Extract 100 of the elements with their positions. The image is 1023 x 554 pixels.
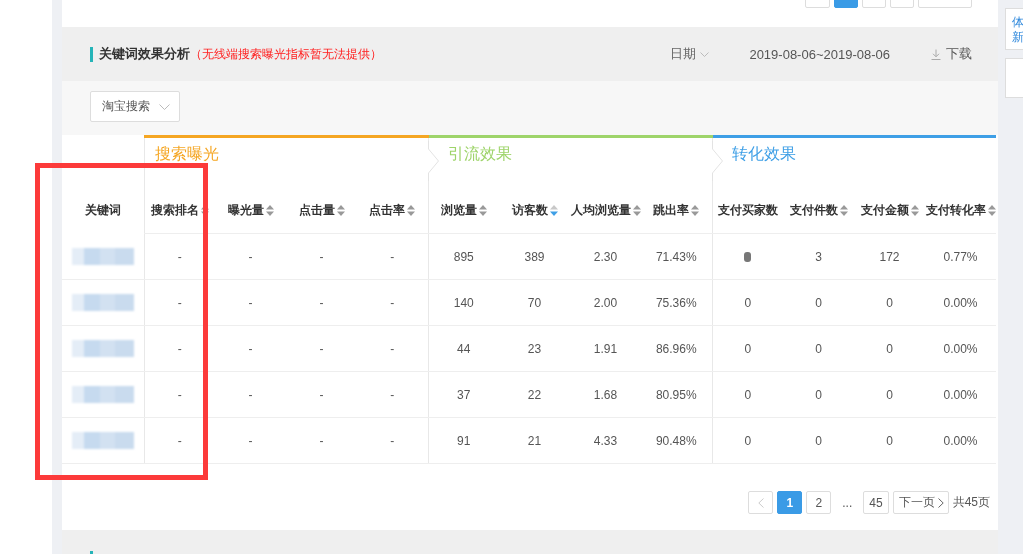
side-tab[interactable]: 体 新: [1005, 8, 1023, 50]
sort-icon[interactable]: [200, 205, 209, 216]
source-dropdown[interactable]: 淘宝搜索: [90, 91, 180, 122]
table-cell: 22: [499, 371, 570, 418]
table-cell: -: [357, 371, 428, 418]
table-cell: 0: [783, 325, 854, 372]
section-note: （无线端搜索曝光指标暂无法提供）: [190, 45, 382, 63]
table-cell: 0: [712, 279, 783, 326]
group-header: 转化效果: [712, 136, 996, 188]
page-total: 共45页: [952, 494, 990, 511]
table-cell: -: [286, 371, 357, 418]
date-dropdown[interactable]: 日期: [670, 45, 710, 63]
page-button[interactable]: 45: [863, 491, 889, 514]
section-title: 关键词效果分析: [99, 45, 190, 63]
table-cell: 0: [854, 371, 925, 418]
table-cell: -: [144, 233, 215, 280]
table-cell: -: [357, 417, 428, 464]
table-cell: 90.48%: [641, 417, 712, 464]
column-header: 关键词: [84, 201, 121, 219]
sort-icon[interactable]: [987, 205, 996, 216]
column-header[interactable]: 搜索排名: [150, 202, 209, 219]
sort-icon[interactable]: [265, 205, 274, 216]
table-cell: 895: [428, 233, 499, 280]
table-cell: 2.00: [570, 279, 641, 326]
table-cell: 1.91: [570, 325, 641, 372]
table-cell: -: [215, 279, 286, 326]
table-cell: 0.77%: [925, 233, 996, 280]
arrow-divider-icon: [711, 141, 724, 181]
table-cell: 80.95%: [641, 371, 712, 418]
table-cell: 0: [712, 371, 783, 418]
table-cell: 0: [712, 325, 783, 372]
table-cell: -: [286, 233, 357, 280]
chevron-left-icon: [757, 497, 764, 508]
table-cell: 0: [854, 279, 925, 326]
column-header[interactable]: 支付金额: [860, 202, 919, 219]
column-header[interactable]: 曝光量: [227, 202, 274, 219]
column-header[interactable]: 点击率: [369, 202, 416, 219]
page-ellipsis: ...: [841, 495, 854, 510]
table-cell: 0: [854, 417, 925, 464]
group-header: 引流效果: [428, 136, 712, 188]
table-cell: 44: [428, 325, 499, 372]
date-range: 2019-08-06~2019-08-06: [749, 46, 890, 62]
sort-icon[interactable]: [407, 205, 416, 216]
table-cell: 91: [428, 417, 499, 464]
table-cell: 172: [854, 233, 925, 280]
table-cell: 21: [499, 417, 570, 464]
sort-icon[interactable]: [336, 205, 345, 216]
accent-bar-icon: [90, 46, 93, 62]
table-cell: 0: [712, 417, 783, 464]
table-cell: 71.43%: [641, 233, 712, 280]
table-cell: -: [286, 325, 357, 372]
sort-icon[interactable]: [910, 205, 919, 216]
table-cell: 1.68: [570, 371, 641, 418]
table-cell: -: [357, 233, 428, 280]
table-cell: -: [215, 371, 286, 418]
table-cell: -: [215, 233, 286, 280]
table-cell: -: [144, 371, 215, 418]
table-cell: 0: [783, 417, 854, 464]
table-cell: -: [357, 279, 428, 326]
table-cell: 75.36%: [641, 279, 712, 326]
column-header[interactable]: 浏览量: [440, 202, 487, 219]
table-cell: 3: [783, 233, 854, 280]
page-button[interactable]: 2: [806, 491, 832, 514]
next-page-button[interactable]: 下一页: [892, 491, 949, 514]
table-cell: -: [215, 417, 286, 464]
sort-icon[interactable]: [839, 205, 848, 216]
blurred-value: [744, 251, 752, 262]
column-header[interactable]: 访客数: [511, 202, 558, 219]
sort-icon[interactable]: [549, 205, 558, 216]
column-header[interactable]: 支付转化率: [925, 202, 996, 219]
table-cell: -: [357, 325, 428, 372]
arrow-divider-icon: [427, 141, 440, 181]
table-cell: 4.33: [570, 417, 641, 464]
caret-icon: [159, 103, 170, 110]
sort-icon[interactable]: [691, 205, 700, 216]
column-header[interactable]: 人均浏览量: [570, 202, 641, 219]
table-cell: 0: [783, 279, 854, 326]
table-cell: -: [215, 325, 286, 372]
table-cell: 0.00%: [925, 325, 996, 372]
download-icon: [931, 48, 941, 60]
sort-icon[interactable]: [632, 205, 641, 216]
caret-icon: [700, 51, 710, 57]
chevron-right-icon: [937, 497, 944, 508]
table-cell: 0.00%: [925, 371, 996, 418]
table-cell: 140: [428, 279, 499, 326]
table-cell: 86.96%: [641, 325, 712, 372]
download-button[interactable]: 下载: [931, 45, 972, 63]
table-cell: 37: [428, 371, 499, 418]
column-header[interactable]: 跳出率: [653, 202, 700, 219]
column-header[interactable]: 点击量: [298, 202, 345, 219]
sort-icon[interactable]: [478, 205, 487, 216]
table-cell: 2.30: [570, 233, 641, 280]
group-header: 搜索曝光: [144, 136, 428, 188]
table-cell: -: [144, 417, 215, 464]
table-cell: -: [286, 279, 357, 326]
table-cell: 0: [783, 371, 854, 418]
table-cell: 389: [499, 233, 570, 280]
table-cell: -: [286, 417, 357, 464]
column-header[interactable]: 支付件数: [789, 202, 848, 219]
table-cell: 23: [499, 325, 570, 372]
